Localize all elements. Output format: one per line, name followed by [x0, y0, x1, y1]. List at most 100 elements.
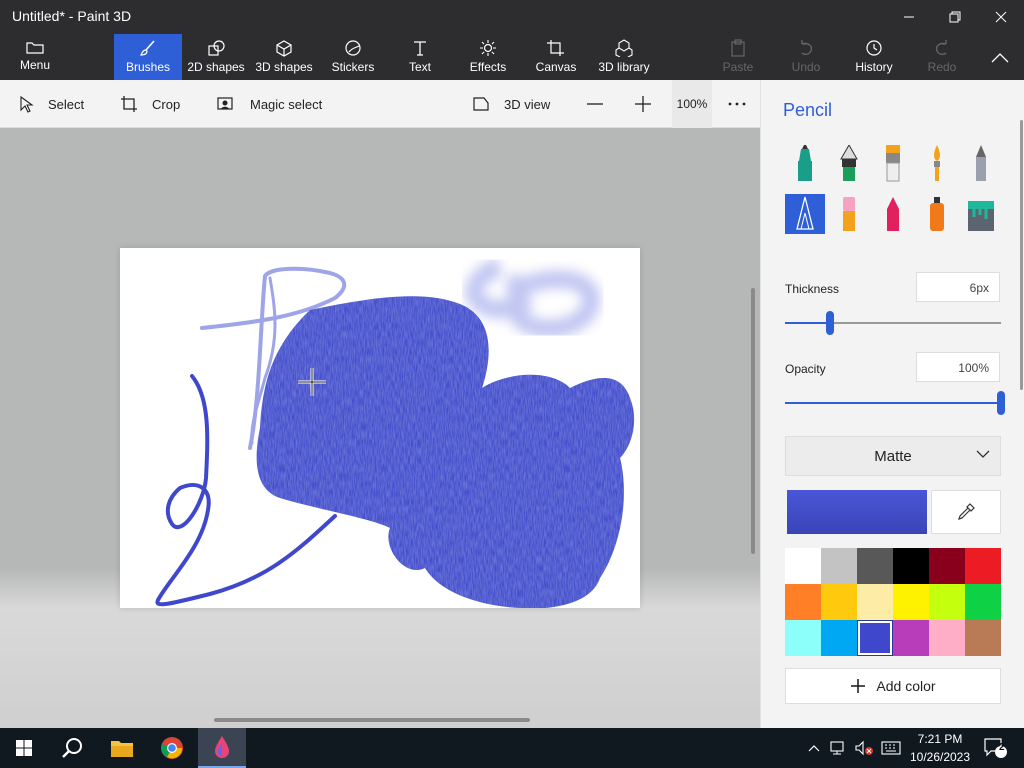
eyedropper-button[interactable]	[931, 490, 1001, 534]
palette-color-swatch[interactable]	[857, 620, 893, 656]
shapes-2d-tab[interactable]: 2D shapes	[186, 34, 246, 80]
volume-button[interactable]	[852, 728, 876, 768]
thickness-slider-thumb[interactable]	[826, 311, 834, 335]
close-button[interactable]	[978, 0, 1024, 34]
shapes-2d-icon	[208, 40, 225, 56]
notification-count: 2	[999, 742, 1005, 753]
shapes-3d-tab[interactable]: 3D shapes	[254, 34, 314, 80]
zoom-in-button[interactable]	[634, 80, 666, 128]
calligraphy-pen-icon	[840, 145, 858, 181]
palette-color-swatch[interactable]	[893, 548, 929, 584]
palette-color-swatch[interactable]	[965, 620, 1001, 656]
oil-brush-icon	[886, 145, 900, 182]
shapes-3d-label: 3D shapes	[255, 60, 313, 74]
horizontal-scrollbar[interactable]	[214, 718, 530, 722]
zoom-out-button[interactable]	[586, 80, 618, 128]
opacity-input[interactable]: 100%	[916, 352, 1000, 382]
clipboard-icon	[731, 39, 745, 57]
fill-tool[interactable]	[961, 194, 1001, 234]
opacity-label: Opacity	[785, 362, 826, 376]
view-3d-icon	[473, 97, 489, 111]
thickness-label: Thickness	[785, 282, 840, 296]
library-3d-tab[interactable]: 3D library	[596, 34, 652, 80]
crayon-icon	[887, 197, 899, 231]
paint3d-taskbar-button[interactable]	[198, 728, 246, 768]
text-tab[interactable]: Text	[400, 34, 440, 80]
opacity-slider[interactable]	[785, 391, 1005, 415]
select-button[interactable]: Select	[18, 80, 84, 128]
crayon-tool[interactable]	[873, 194, 913, 234]
crop-button[interactable]: Crop	[120, 80, 180, 128]
chevron-up-icon	[808, 745, 820, 752]
collapse-ribbon-button[interactable]	[984, 34, 1016, 80]
cube-icon	[276, 40, 292, 57]
thickness-slider[interactable]	[785, 311, 1001, 335]
pencil-tool[interactable]	[961, 144, 1001, 184]
calligraphy-pen-tool[interactable]	[829, 144, 869, 184]
show-hidden-icons-button[interactable]	[804, 728, 824, 768]
restore-icon	[949, 11, 961, 23]
ellipsis-icon	[728, 102, 746, 106]
marker-tool[interactable]	[785, 144, 825, 184]
search-button[interactable]	[48, 728, 96, 768]
palette-color-swatch[interactable]	[929, 548, 965, 584]
drawing-artwork	[155, 257, 635, 608]
palette-color-swatch[interactable]	[893, 584, 929, 620]
magic-select-button[interactable]: Magic select	[216, 80, 322, 128]
palette-color-swatch[interactable]	[857, 548, 893, 584]
menu-button[interactable]: Menu	[10, 34, 60, 80]
brush-panel: Pencil Thickness 6px Opacity 100% Matte …	[760, 80, 1024, 728]
thickness-input[interactable]: 6px	[916, 272, 1000, 302]
chrome-button[interactable]	[148, 728, 196, 768]
history-icon	[866, 40, 882, 56]
palette-color-swatch[interactable]	[821, 584, 857, 620]
redo-button[interactable]: Redo	[920, 34, 964, 80]
start-button[interactable]	[0, 728, 48, 768]
restore-button[interactable]	[932, 0, 978, 34]
file-explorer-button[interactable]	[98, 728, 146, 768]
eraser-tool[interactable]	[829, 194, 869, 234]
palette-color-swatch[interactable]	[821, 620, 857, 656]
spray-can-tool[interactable]	[917, 194, 957, 234]
drawing-canvas[interactable]	[120, 248, 640, 608]
canvas-tab[interactable]: Canvas	[534, 34, 578, 80]
panel-scrollbar[interactable]	[1020, 120, 1023, 390]
zoom-level[interactable]: 100%	[672, 80, 712, 128]
network-button[interactable]	[826, 728, 850, 768]
keyboard-button[interactable]	[878, 728, 904, 768]
workspace[interactable]	[0, 128, 760, 728]
palette-color-swatch[interactable]	[785, 548, 821, 584]
pixel-pen-icon	[796, 196, 814, 230]
palette-color-swatch[interactable]	[929, 584, 965, 620]
finish-dropdown[interactable]: Matte	[785, 436, 1001, 476]
painted-blob	[256, 296, 635, 608]
palette-color-swatch[interactable]	[893, 620, 929, 656]
pixel-pen-tool[interactable]	[785, 194, 825, 234]
palette-color-swatch[interactable]	[965, 584, 1001, 620]
paste-button[interactable]: Paste	[716, 34, 760, 80]
palette-color-swatch[interactable]	[965, 548, 1001, 584]
palette-color-swatch[interactable]	[857, 584, 893, 620]
palette-color-swatch[interactable]	[785, 620, 821, 656]
current-color-swatch[interactable]	[787, 490, 927, 534]
vertical-scrollbar[interactable]	[751, 288, 755, 554]
watercolor-tool[interactable]	[917, 144, 957, 184]
more-options-button[interactable]	[728, 80, 760, 128]
minimize-button[interactable]	[886, 0, 932, 34]
palette-color-swatch[interactable]	[929, 620, 965, 656]
view-3d-button[interactable]: 3D view	[472, 80, 550, 128]
effects-tab[interactable]: Effects	[466, 34, 510, 80]
minus-icon	[587, 103, 603, 105]
notifications-button[interactable]: 2	[980, 728, 1010, 768]
palette-color-swatch[interactable]	[821, 548, 857, 584]
undo-button[interactable]: Undo	[784, 34, 828, 80]
stickers-tab[interactable]: Stickers	[328, 34, 378, 80]
oil-brush-tool[interactable]	[873, 144, 913, 184]
clock[interactable]: 7:21 PM 10/26/2023	[904, 730, 976, 766]
history-button[interactable]: History	[850, 34, 898, 80]
add-color-button[interactable]: Add color	[785, 668, 1001, 704]
brushes-tab[interactable]: Brushes	[114, 34, 182, 80]
opacity-slider-thumb[interactable]	[997, 391, 1005, 415]
plus-icon	[635, 96, 651, 112]
palette-color-swatch[interactable]	[785, 584, 821, 620]
